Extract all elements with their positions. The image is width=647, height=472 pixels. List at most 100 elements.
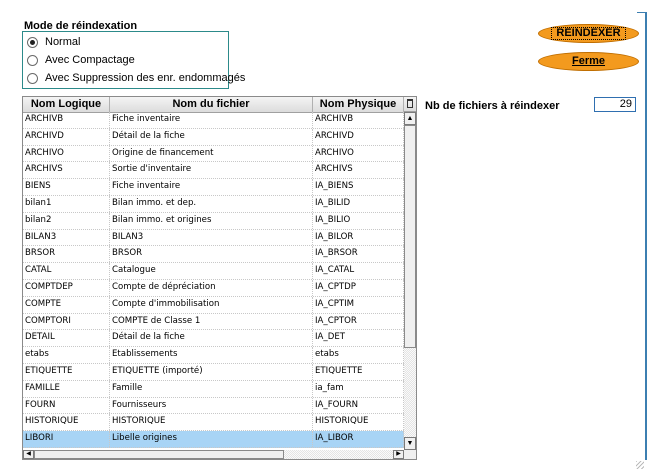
table-row[interactable]: bilan2 Bilan immo. et origines IA_BILIO	[23, 212, 404, 230]
cell-logical-name: CATAL	[23, 263, 110, 279]
cell-physical-name: IA_CPTDP	[313, 279, 404, 296]
cell-logical-name: ARCHIVO	[23, 145, 110, 162]
table-row[interactable]: LIBORI Libelle origines IA_LIBOR	[23, 431, 404, 448]
reindex-button-label: REINDEXER	[551, 27, 626, 40]
table-row[interactable]: FOURN Fournisseurs IA_FOURN	[23, 397, 404, 415]
cell-file-name: ETIQUETTE (importé)	[110, 363, 313, 380]
cell-logical-name: DETAIL	[23, 330, 110, 347]
cell-physical-name: IA_CPTOR	[313, 313, 404, 330]
table-row[interactable]: bilan1 Bilan immo. et dep. IA_BILID	[23, 195, 404, 213]
table-row[interactable]: ETIQUETTE ETIQUETTE (importé) ETIQUETTE	[23, 363, 404, 381]
cell-file-name: BRSOR	[110, 246, 313, 263]
horizontal-scrollbar[interactable]: ◀ ▶	[23, 450, 404, 459]
cell-physical-name: ARCHIVO	[313, 145, 404, 162]
column-header-file-name[interactable]: Nom du fichier	[110, 97, 313, 112]
cell-file-name: Origine de financement	[110, 145, 313, 162]
files-table: Nom Logique Nom du fichier Nom Physique …	[22, 96, 417, 460]
file-count-label: Nb de fichiers à réindexer	[425, 100, 560, 112]
cell-logical-name: LIBORI	[23, 431, 110, 447]
radio-normal[interactable]: Normal	[27, 36, 80, 48]
table-header: Nom Logique Nom du fichier Nom Physique	[23, 97, 404, 113]
table-row[interactable]: ARCHIVD Détail de la fiche ARCHIVD	[23, 128, 404, 146]
cell-physical-name: IA_LIBOR	[313, 431, 404, 447]
cell-physical-name: IA_BIENS	[313, 179, 404, 195]
vertical-scroll-thumb[interactable]	[404, 125, 416, 348]
cell-logical-name: ARCHIVD	[23, 128, 110, 145]
cell-logical-name: BIENS	[23, 179, 110, 195]
cell-physical-name: ARCHIVS	[313, 162, 404, 179]
cell-physical-name: ia_fam	[313, 380, 404, 397]
cell-physical-name: IA_BILIO	[313, 212, 404, 229]
cell-logical-name: bilan1	[23, 195, 110, 212]
cell-file-name: Fiche inventaire	[110, 112, 313, 128]
table-row[interactable]: BIENS Fiche inventaire IA_BIENS	[23, 179, 404, 196]
radio-compactage[interactable]: Avec Compactage	[27, 54, 135, 66]
cell-file-name: Famille	[110, 380, 313, 397]
trash-icon[interactable]	[404, 97, 416, 112]
column-header-physical-name[interactable]: Nom Physique	[313, 97, 404, 112]
cell-physical-name: IA_BILOR	[313, 229, 404, 246]
table-row[interactable]: COMPTDEP Compte de dépréciation IA_CPTDP	[23, 279, 404, 297]
table-row[interactable]: BILAN3 BILAN3 IA_BILOR	[23, 229, 404, 247]
cell-physical-name: HISTORIQUE	[313, 414, 404, 431]
file-count-field: 29	[594, 97, 636, 112]
cell-file-name: BILAN3	[110, 229, 313, 246]
cell-physical-name: etabs	[313, 347, 404, 363]
scroll-up-icon[interactable]: ▲	[404, 112, 416, 125]
scroll-down-icon[interactable]: ▼	[404, 437, 416, 450]
cell-logical-name: etabs	[23, 347, 110, 363]
cell-physical-name: IA_CATAL	[313, 263, 404, 279]
table-body: ARCHIVB Fiche inventaire ARCHIVB ARCHIVD Dét…	[23, 112, 404, 448]
cell-logical-name: COMPTDEP	[23, 279, 110, 296]
cell-file-name: Fournisseurs	[110, 397, 313, 414]
radio-icon[interactable]	[27, 72, 38, 84]
table-row[interactable]: etabs Etablissements etabs	[23, 347, 404, 364]
cell-file-name: Détail de la fiche	[110, 330, 313, 347]
cell-file-name: Détail de la fiche	[110, 128, 313, 145]
cell-physical-name: IA_CPTIM	[313, 296, 404, 313]
cell-logical-name: BILAN3	[23, 229, 110, 246]
cell-file-name: Libelle origines	[110, 431, 313, 447]
cell-logical-name: ARCHIVS	[23, 162, 110, 179]
table-row[interactable]: ARCHIVO Origine de financement ARCHIVO	[23, 145, 404, 163]
mode-group: Normal Avec Compactage Avec Suppression …	[22, 31, 245, 89]
cell-logical-name: FOURN	[23, 397, 110, 414]
cell-physical-name: IA_BRSOR	[313, 246, 404, 263]
scroll-left-icon[interactable]: ◀	[23, 450, 34, 459]
scroll-right-icon[interactable]: ▶	[393, 450, 404, 459]
cell-logical-name: ETIQUETTE	[23, 363, 110, 380]
cell-file-name: Compte de dépréciation	[110, 279, 313, 296]
scrollbar-corner	[404, 450, 416, 459]
table-row[interactable]: ARCHIVS Sortie d'inventaire ARCHIVS	[23, 162, 404, 180]
resize-grip-icon[interactable]	[636, 461, 644, 469]
cell-file-name: Compte d'immobilisation	[110, 296, 313, 313]
horizontal-scroll-thumb[interactable]	[34, 450, 284, 459]
table-row[interactable]: BRSOR BRSOR IA_BRSOR	[23, 246, 404, 264]
table-row[interactable]: CATAL Catalogue IA_CATAL	[23, 263, 404, 280]
vertical-scrollbar[interactable]: ▲ ▼	[404, 112, 416, 450]
radio-icon[interactable]	[27, 36, 38, 48]
table-row[interactable]: HISTORIQUE HISTORIQUE HISTORIQUE	[23, 414, 404, 432]
radio-label: Avec Compactage	[45, 54, 135, 66]
cell-physical-name: ETIQUETTE	[313, 363, 404, 380]
table-row[interactable]: COMPTORI COMPTE de Classe 1 IA_CPTOR	[23, 313, 404, 331]
cell-physical-name: IA_BILID	[313, 195, 404, 212]
cell-physical-name: IA_DET	[313, 330, 404, 347]
table-row[interactable]: FAMILLE Famille ia_fam	[23, 380, 404, 398]
cell-physical-name: ARCHIVD	[313, 128, 404, 145]
cell-logical-name: FAMILLE	[23, 380, 110, 397]
cell-logical-name: BRSOR	[23, 246, 110, 263]
cell-logical-name: bilan2	[23, 212, 110, 229]
table-row[interactable]: ARCHIVB Fiche inventaire ARCHIVB	[23, 112, 404, 129]
cell-logical-name: ARCHIVB	[23, 112, 110, 128]
reindex-button[interactable]: REINDEXER	[538, 24, 639, 43]
cell-file-name: Fiche inventaire	[110, 179, 313, 195]
cell-physical-name: ARCHIVB	[313, 112, 404, 128]
column-header-logical-name[interactable]: Nom Logique	[23, 97, 110, 112]
table-row[interactable]: DETAIL Détail de la fiche IA_DET	[23, 330, 404, 348]
table-row[interactable]: COMPTE Compte d'immobilisation IA_CPTIM	[23, 296, 404, 314]
close-button[interactable]: Ferme	[538, 52, 639, 71]
radio-icon[interactable]	[27, 54, 38, 66]
radio-label: Avec Suppression des enr. endommagés	[45, 72, 246, 84]
radio-suppression[interactable]: Avec Suppression des enr. endommagés	[27, 72, 245, 84]
